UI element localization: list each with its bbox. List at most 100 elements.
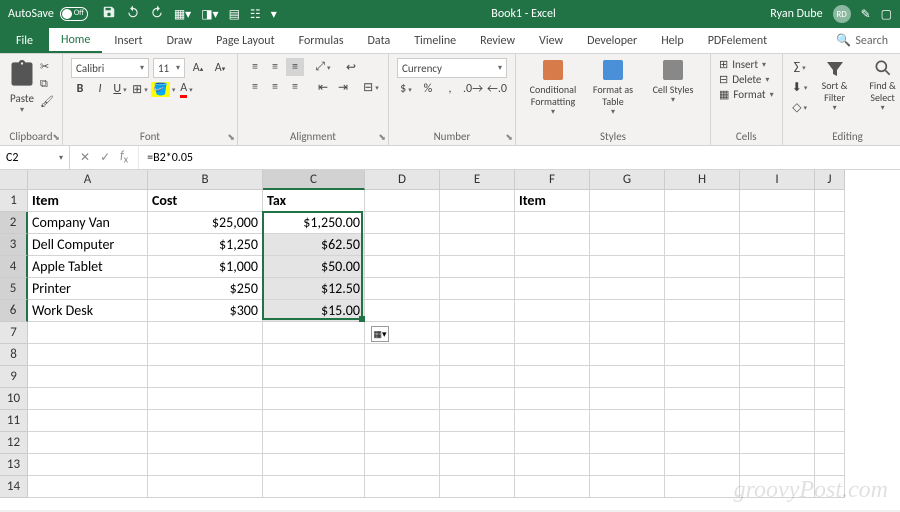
cell-G6[interactable]: [590, 300, 665, 322]
align-left-icon[interactable]: ≡: [246, 78, 264, 96]
format-cells-button[interactable]: ▦Format▾: [719, 88, 774, 101]
dialog-launcher-icon[interactable]: ⬊: [378, 132, 386, 143]
redo-icon[interactable]: [150, 5, 164, 23]
font-name-select[interactable]: Calibri▾: [71, 58, 149, 78]
undo-icon[interactable]: [126, 5, 140, 23]
orientation-icon[interactable]: ⤢: [314, 58, 332, 76]
cell-B7[interactable]: [148, 322, 263, 344]
cell-G1[interactable]: [590, 190, 665, 212]
bold-button[interactable]: B: [71, 80, 89, 98]
drawing-icon[interactable]: ✎: [861, 7, 871, 22]
row-header-1[interactable]: 1: [0, 190, 28, 212]
percent-format-icon[interactable]: %: [419, 80, 437, 98]
cell-F10[interactable]: [515, 388, 590, 410]
cell-E8[interactable]: [440, 344, 515, 366]
indent-increase-icon[interactable]: ⇥: [334, 78, 352, 96]
col-header-J[interactable]: J: [815, 170, 845, 190]
spreadsheet-grid[interactable]: ABCDEFGHIJ 1234567891011121314 ItemCostT…: [0, 170, 900, 510]
fill-icon[interactable]: ⬇: [791, 78, 809, 96]
cell-I2[interactable]: [740, 212, 815, 234]
cell-D4[interactable]: [365, 256, 440, 278]
tab-file[interactable]: File: [0, 28, 49, 53]
col-header-E[interactable]: E: [440, 170, 515, 190]
cell-I13[interactable]: [740, 454, 815, 476]
italic-button[interactable]: I: [91, 80, 109, 98]
cell-B6[interactable]: $300: [148, 300, 263, 322]
tab-help[interactable]: Help: [649, 28, 696, 53]
cell-E7[interactable]: [440, 322, 515, 344]
underline-button[interactable]: U: [111, 80, 129, 98]
cell-E12[interactable]: [440, 432, 515, 454]
cell-F8[interactable]: [515, 344, 590, 366]
cell-D12[interactable]: [365, 432, 440, 454]
cell-E4[interactable]: [440, 256, 515, 278]
cell-J11[interactable]: [815, 410, 845, 432]
col-header-I[interactable]: I: [740, 170, 815, 190]
cell-H4[interactable]: [665, 256, 740, 278]
cell-C7[interactable]: [263, 322, 365, 344]
cell-F9[interactable]: [515, 366, 590, 388]
cell-A11[interactable]: [28, 410, 148, 432]
cell-G5[interactable]: [590, 278, 665, 300]
cell-B12[interactable]: [148, 432, 263, 454]
cell-F3[interactable]: [515, 234, 590, 256]
cell-J12[interactable]: [815, 432, 845, 454]
row-header-12[interactable]: 12: [0, 432, 28, 454]
cell-I4[interactable]: [740, 256, 815, 278]
autosave-toggle[interactable]: AutoSave Off: [8, 7, 88, 21]
cell-J10[interactable]: [815, 388, 845, 410]
cell-G8[interactable]: [590, 344, 665, 366]
search-box[interactable]: 🔍 Search: [836, 33, 888, 48]
cell-I10[interactable]: [740, 388, 815, 410]
cell-H14[interactable]: [665, 476, 740, 498]
cell-H11[interactable]: [665, 410, 740, 432]
formula-input[interactable]: =B2*0.05: [139, 151, 900, 165]
cell-B8[interactable]: [148, 344, 263, 366]
align-top-icon[interactable]: ≡: [246, 58, 264, 76]
tab-data[interactable]: Data: [356, 28, 403, 53]
cell-B9[interactable]: [148, 366, 263, 388]
cell-D5[interactable]: [365, 278, 440, 300]
cell-H5[interactable]: [665, 278, 740, 300]
cell-I11[interactable]: [740, 410, 815, 432]
cell-C5[interactable]: $12.50: [263, 278, 365, 300]
toggle-switch[interactable]: Off: [60, 7, 88, 21]
accounting-format-icon[interactable]: $: [397, 80, 415, 98]
cell-G10[interactable]: [590, 388, 665, 410]
row-header-3[interactable]: 3: [0, 234, 28, 256]
cell-D13[interactable]: [365, 454, 440, 476]
col-header-H[interactable]: H: [665, 170, 740, 190]
cell-I9[interactable]: [740, 366, 815, 388]
align-bottom-icon[interactable]: ≡: [286, 58, 304, 76]
row-header-9[interactable]: 9: [0, 366, 28, 388]
font-color-button[interactable]: A: [177, 80, 195, 98]
cell-H12[interactable]: [665, 432, 740, 454]
col-header-D[interactable]: D: [365, 170, 440, 190]
row-header-7[interactable]: 7: [0, 322, 28, 344]
cell-D14[interactable]: [365, 476, 440, 498]
window-icon[interactable]: ▢: [881, 7, 892, 22]
dialog-launcher-icon[interactable]: ⬊: [52, 132, 60, 143]
cell-A8[interactable]: [28, 344, 148, 366]
increase-decimal-icon[interactable]: .0→: [463, 80, 483, 98]
cell-J5[interactable]: [815, 278, 845, 300]
tab-pdfelement[interactable]: PDFelement: [696, 28, 779, 53]
fx-icon[interactable]: fx: [120, 149, 128, 165]
cell-C4[interactable]: $50.00: [263, 256, 365, 278]
cell-E9[interactable]: [440, 366, 515, 388]
dialog-launcher-icon[interactable]: ⬊: [505, 132, 513, 143]
cell-I5[interactable]: [740, 278, 815, 300]
cell-B13[interactable]: [148, 454, 263, 476]
cell-styles-button[interactable]: Cell Styles▾: [644, 58, 702, 118]
row-header-10[interactable]: 10: [0, 388, 28, 410]
cell-B4[interactable]: $1,000: [148, 256, 263, 278]
cell-A9[interactable]: [28, 366, 148, 388]
cell-F4[interactable]: [515, 256, 590, 278]
cell-F6[interactable]: [515, 300, 590, 322]
cell-G9[interactable]: [590, 366, 665, 388]
cell-J1[interactable]: [815, 190, 845, 212]
cell-J6[interactable]: [815, 300, 845, 322]
comma-format-icon[interactable]: ,: [441, 80, 459, 98]
cell-A2[interactable]: Company Van: [28, 212, 148, 234]
row-header-5[interactable]: 5: [0, 278, 28, 300]
